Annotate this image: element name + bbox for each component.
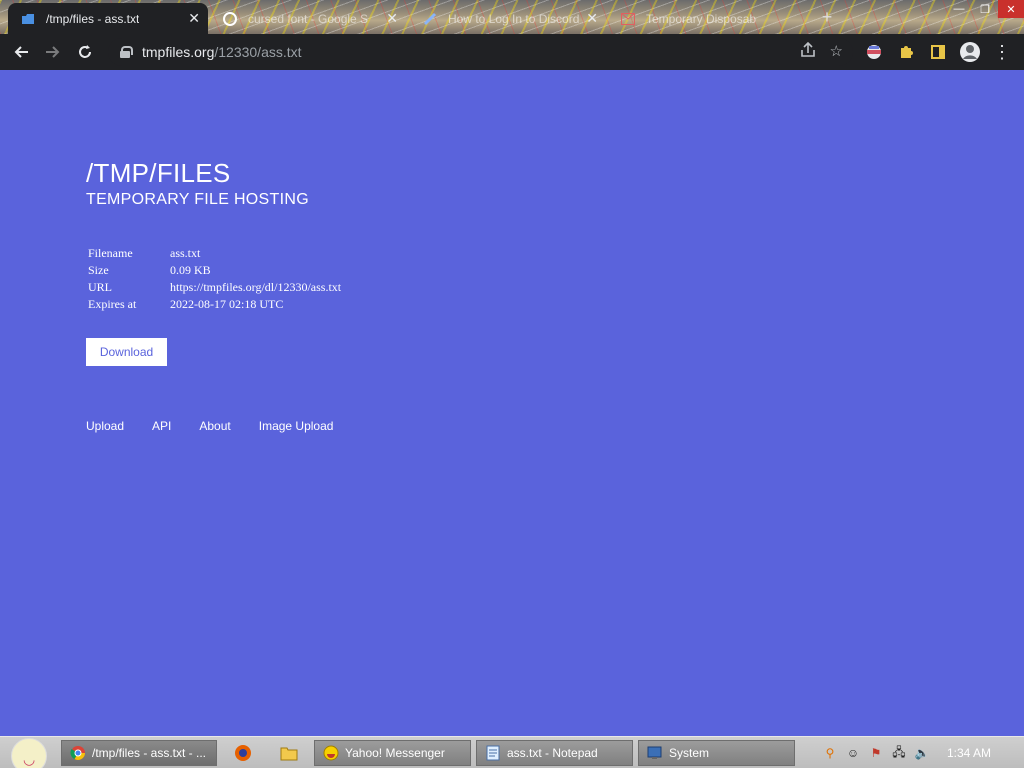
close-tab-icon[interactable]: ✕ <box>188 10 200 27</box>
close-tab-icon[interactable]: ✕ <box>386 10 398 27</box>
info-key: Expires at <box>88 297 137 311</box>
tab-title: cursed font - Google S <box>248 11 369 26</box>
info-value: 2022-08-17 02:18 UTC <box>170 297 284 311</box>
site-title: /TMP/FILES <box>86 158 231 188</box>
side-panel-icon[interactable] <box>923 34 953 70</box>
menu-kebab-icon[interactable]: ⋮ <box>987 34 1017 70</box>
maximize-icon[interactable]: ❐ <box>972 0 998 18</box>
system-tray: ⚲ ☺ ⚑ 🖧 🔈 1:34 AM <box>810 737 1024 768</box>
tab-title: /tmp/files - ass.txt <box>46 11 140 26</box>
tab-title: Temporary Disposable <box>646 11 756 26</box>
url-path: /12330/ass.txt <box>214 44 302 60</box>
info-key: URL <box>88 280 112 294</box>
yahoo-messenger-icon <box>323 745 339 761</box>
flag-extension-icon[interactable] <box>859 34 889 70</box>
tmpfiles-favicon <box>20 11 36 27</box>
notepad-icon <box>485 745 501 761</box>
window-controls: — ❐ ✕ <box>946 0 1024 20</box>
task-chrome[interactable]: /tmp/files - ass.txt - ... <box>61 740 217 766</box>
footer-link-upload[interactable]: Upload <box>86 419 124 433</box>
task-system[interactable]: System <box>638 740 795 766</box>
info-value: ass.txt <box>170 246 201 260</box>
profile-avatar-icon[interactable] <box>955 34 985 70</box>
footer-nav: Upload API About Image Upload <box>86 419 333 433</box>
lock-icon[interactable] <box>120 46 133 58</box>
firefox-icon[interactable] <box>231 741 255 765</box>
back-arrow-icon[interactable] <box>5 36 37 68</box>
table-row: Expires at 2022-08-17 02:18 UTC <box>86 296 343 313</box>
info-key: Size <box>88 263 109 277</box>
task-label: System <box>669 746 710 760</box>
tab-tmpfiles[interactable]: /tmp/files - ass.txt ✕ <box>8 3 208 34</box>
footer-link-about[interactable]: About <box>199 419 230 433</box>
messenger-tray-icon[interactable]: ☺ <box>845 746 861 760</box>
google-icon <box>222 11 238 27</box>
network-icon[interactable]: 🖧 <box>891 743 907 764</box>
start-button[interactable] <box>0 737 58 768</box>
url-host: tmpfiles.org <box>142 44 215 60</box>
page-content: /TMP/FILES TEMPORARY FILE HOSTING Filena… <box>0 70 1024 736</box>
share-icon[interactable] <box>800 41 816 62</box>
mail-icon <box>620 11 636 27</box>
new-tab-button[interactable]: + <box>812 0 842 34</box>
minimize-icon[interactable]: — <box>946 0 972 18</box>
reload-icon[interactable] <box>69 36 101 68</box>
table-row: Size 0.09 KB <box>86 262 343 279</box>
footer-link-image-upload[interactable]: Image Upload <box>259 419 334 433</box>
tab-strip: /tmp/files - ass.txt ✕ cursed font - Goo… <box>0 0 1024 34</box>
system-icon <box>647 745 663 761</box>
info-value: 0.09 KB <box>170 263 211 277</box>
browser-toolbar: tmpfiles.org/12330/ass.txt ☆ ⋮ <box>0 34 1024 70</box>
task-label: /tmp/files - ass.txt - ... <box>92 746 207 760</box>
info-key: Filename <box>88 246 133 260</box>
volume-icon[interactable]: 🔈 <box>914 746 930 760</box>
smiley-start-icon <box>11 737 47 768</box>
task-yahoo-messenger[interactable]: Yahoo! Messenger <box>314 740 471 766</box>
footer-link-api[interactable]: API <box>152 419 171 433</box>
download-button[interactable]: Download <box>86 338 167 366</box>
bookmark-star-icon[interactable]: ☆ <box>830 42 843 62</box>
tab-google-search[interactable]: cursed font - Google S ✕ <box>210 3 406 34</box>
address-bar[interactable]: tmpfiles.org/12330/ass.txt ☆ <box>108 38 853 66</box>
folder-icon[interactable] <box>277 741 301 765</box>
tab-temporary-disposable[interactable]: Temporary Disposable <box>608 3 804 34</box>
file-info-table: Filename ass.txt Size 0.09 KB URL https:… <box>86 245 343 313</box>
taskbar: /tmp/files - ass.txt - ... Yahoo! Messen… <box>0 736 1024 768</box>
chrome-icon <box>70 745 86 761</box>
task-label: ass.txt - Notepad <box>507 746 598 760</box>
task-label: Yahoo! Messenger <box>345 746 445 760</box>
close-window-icon[interactable]: ✕ <box>998 0 1024 18</box>
forward-arrow-icon[interactable] <box>37 36 69 68</box>
tab-discord-login[interactable]: How to Log In to Discord ✕ <box>410 3 606 34</box>
task-notepad[interactable]: ass.txt - Notepad <box>476 740 633 766</box>
site-subtitle: TEMPORARY FILE HOSTING <box>86 191 309 208</box>
clock: 1:34 AM <box>947 746 992 760</box>
close-tab-icon[interactable]: ✕ <box>586 10 598 27</box>
table-row: URL https://tmpfiles.org/dl/12330/ass.tx… <box>86 279 343 296</box>
tab-title: How to Log In to Discord <box>448 11 580 26</box>
extensions-puzzle-icon[interactable] <box>891 34 921 70</box>
info-value: https://tmpfiles.org/dl/12330/ass.txt <box>170 280 342 294</box>
search-magnifier-icon[interactable]: ⚲ <box>822 746 838 760</box>
table-row: Filename ass.txt <box>86 245 343 262</box>
network-error-icon[interactable]: ⚑ <box>868 746 884 760</box>
discord-icon <box>422 11 438 27</box>
